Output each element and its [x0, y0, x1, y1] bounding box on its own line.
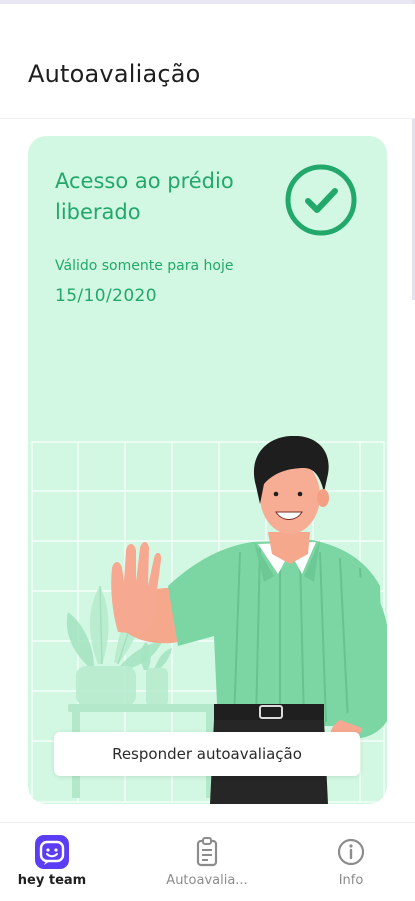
- clipboard-icon: [196, 837, 218, 867]
- hey-team-logo-icon: [35, 835, 69, 869]
- app-header: Autoavaliação: [0, 4, 415, 119]
- nav-label-hey-team: hey team: [17, 873, 87, 888]
- respond-self-assessment-button[interactable]: Responder autoavaliação: [54, 732, 360, 776]
- validity-date: 15/10/2020: [55, 286, 157, 306]
- validity-label: Válido somente para hoje: [55, 258, 234, 274]
- nav-self-assessment[interactable]: Autoavalia...: [147, 823, 267, 901]
- access-status-card: Acesso ao prédio liberado Válido somente…: [28, 136, 387, 804]
- nav-hey-team[interactable]: hey team: [0, 823, 112, 901]
- page-title: Autoavaliação: [28, 60, 201, 88]
- nav-label-info: Info: [338, 873, 364, 888]
- nav-info[interactable]: Info: [291, 823, 411, 901]
- info-icon: [337, 838, 365, 866]
- check-circle-icon: [285, 164, 357, 236]
- access-status-title: Acesso ao prédio liberado: [55, 169, 234, 224]
- nav-label-self-assessment: Autoavalia...: [166, 873, 248, 888]
- bottom-nav: hey team Autoavalia... Info: [0, 822, 415, 901]
